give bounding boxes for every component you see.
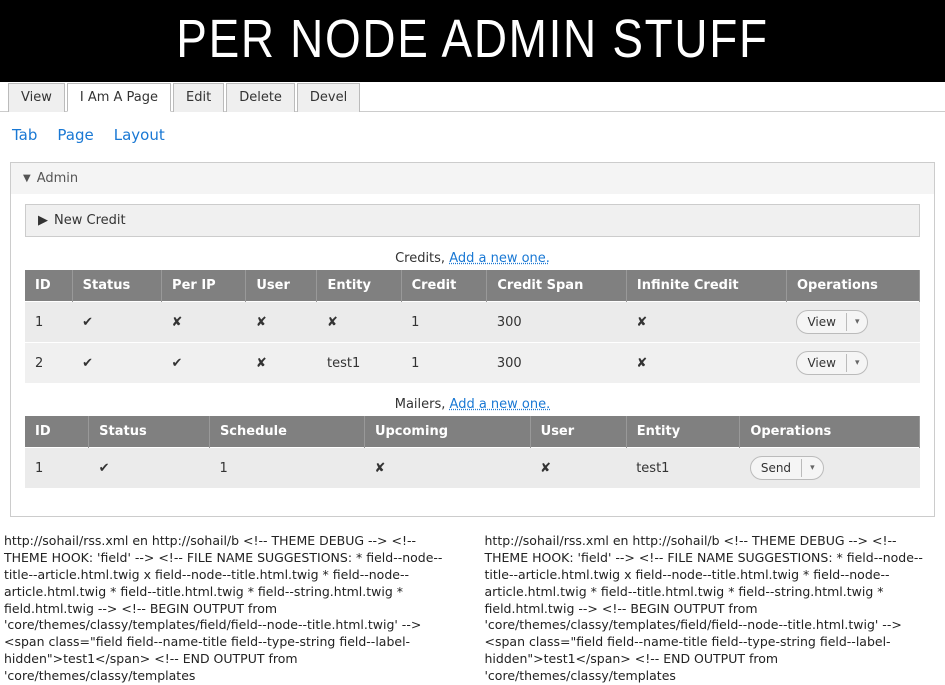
mailers-table: ID Status Schedule Upcoming User Entity … bbox=[25, 416, 920, 488]
chevron-down-icon: ▼ bbox=[23, 173, 31, 184]
new-credit-summary[interactable]: ▶ New Credit bbox=[26, 205, 919, 236]
dropbutton[interactable]: View▾ bbox=[796, 310, 868, 334]
cell-status: ✔ bbox=[89, 448, 210, 489]
add-mailer-link[interactable]: Add a new one. bbox=[450, 397, 551, 412]
credits-caption: Credits, Add a new one. bbox=[25, 251, 920, 266]
cell-id: 1 bbox=[25, 448, 89, 489]
cell-entity: test1 bbox=[317, 343, 401, 384]
cell-per-ip: ✔ bbox=[162, 343, 246, 384]
cell-id: 1 bbox=[25, 302, 72, 343]
tab-devel[interactable]: Devel bbox=[297, 83, 360, 112]
primary-tabs: View I Am A Page Edit Delete Devel bbox=[0, 82, 945, 112]
dropbutton[interactable]: Send▾ bbox=[750, 456, 824, 480]
subtab-layout[interactable]: Layout bbox=[114, 126, 165, 144]
tab-i-am-a-page[interactable]: I Am A Page bbox=[67, 83, 171, 112]
debug-col-left: http://sohail/rss.xml en http://sohail/b… bbox=[4, 533, 461, 685]
cell-user: ✘ bbox=[246, 302, 317, 343]
col-user: User bbox=[246, 270, 317, 302]
new-credit-details: ▶ New Credit bbox=[25, 204, 920, 237]
page-header: PER NODE ADMIN STUFF bbox=[0, 0, 945, 82]
col-ops: Operations bbox=[786, 270, 919, 302]
admin-label: Admin bbox=[37, 171, 78, 186]
cell-per-ip: ✘ bbox=[162, 302, 246, 343]
chevron-right-icon: ▶ bbox=[38, 213, 48, 228]
tab-edit[interactable]: Edit bbox=[173, 83, 224, 112]
new-credit-label: New Credit bbox=[54, 213, 126, 228]
cell-credit: 1 bbox=[401, 343, 487, 384]
cell-user: ✘ bbox=[246, 343, 317, 384]
col-user: User bbox=[530, 416, 626, 448]
col-per-ip: Per IP bbox=[162, 270, 246, 302]
col-ops: Operations bbox=[740, 416, 920, 448]
chevron-down-icon[interactable]: ▾ bbox=[801, 459, 823, 477]
cell-credit-span: 300 bbox=[487, 343, 627, 384]
admin-body: ▶ New Credit Credits, Add a new one. ID … bbox=[11, 194, 934, 516]
col-upcoming: Upcoming bbox=[364, 416, 530, 448]
cell-entity: ✘ bbox=[317, 302, 401, 343]
mailers-caption: Mailers, Add a new one. bbox=[25, 397, 920, 412]
add-credit-link[interactable]: Add a new one. bbox=[449, 251, 550, 266]
table-row: 1✔✘✘✘1300✘View▾ bbox=[25, 302, 920, 343]
admin-summary[interactable]: ▼ Admin bbox=[11, 163, 934, 194]
admin-details: ▼ Admin ▶ New Credit Credits, Add a new … bbox=[10, 162, 935, 517]
credits-table: ID Status Per IP User Entity Credit Cred… bbox=[25, 270, 920, 383]
cell-id: 2 bbox=[25, 343, 72, 384]
cell-credit: 1 bbox=[401, 302, 487, 343]
cell-ops: View▾ bbox=[786, 343, 919, 384]
col-status: Status bbox=[89, 416, 210, 448]
dropbutton-action[interactable]: View bbox=[797, 352, 845, 374]
tab-view[interactable]: View bbox=[8, 83, 65, 112]
subtab-tab[interactable]: Tab bbox=[12, 126, 37, 144]
cell-infinite: ✘ bbox=[626, 343, 786, 384]
debug-output: http://sohail/rss.xml en http://sohail/b… bbox=[0, 527, 945, 685]
cell-user: ✘ bbox=[530, 448, 626, 489]
table-row: 1✔1✘✘test1Send▾ bbox=[25, 448, 920, 489]
chevron-down-icon[interactable]: ▾ bbox=[846, 354, 868, 372]
col-entity: Entity bbox=[626, 416, 740, 448]
col-id: ID bbox=[25, 416, 89, 448]
dropbutton-action[interactable]: View bbox=[797, 311, 845, 333]
tab-delete[interactable]: Delete bbox=[226, 83, 295, 112]
debug-col-right: http://sohail/rss.xml en http://sohail/b… bbox=[485, 533, 942, 685]
cell-upcoming: ✘ bbox=[364, 448, 530, 489]
subtab-page[interactable]: Page bbox=[57, 126, 93, 144]
chevron-down-icon[interactable]: ▾ bbox=[846, 313, 868, 331]
cell-ops: View▾ bbox=[786, 302, 919, 343]
cell-status: ✔ bbox=[72, 302, 161, 343]
col-credit: Credit bbox=[401, 270, 487, 302]
cell-infinite: ✘ bbox=[626, 302, 786, 343]
table-row: 2✔✔✘test11300✘View▾ bbox=[25, 343, 920, 384]
col-credit-span: Credit Span bbox=[487, 270, 627, 302]
dropbutton-action[interactable]: Send bbox=[751, 457, 801, 479]
cell-credit-span: 300 bbox=[487, 302, 627, 343]
col-entity: Entity bbox=[317, 270, 401, 302]
cell-ops: Send▾ bbox=[740, 448, 920, 489]
col-schedule: Schedule bbox=[209, 416, 364, 448]
page-title: PER NODE ADMIN STUFF bbox=[71, 8, 874, 70]
col-id: ID bbox=[25, 270, 72, 302]
dropbutton[interactable]: View▾ bbox=[796, 351, 868, 375]
col-infinite: Infinite Credit bbox=[626, 270, 786, 302]
cell-schedule: 1 bbox=[209, 448, 364, 489]
secondary-tabs: Tab Page Layout bbox=[0, 112, 945, 158]
col-status: Status bbox=[72, 270, 161, 302]
cell-entity: test1 bbox=[626, 448, 740, 489]
cell-status: ✔ bbox=[72, 343, 161, 384]
